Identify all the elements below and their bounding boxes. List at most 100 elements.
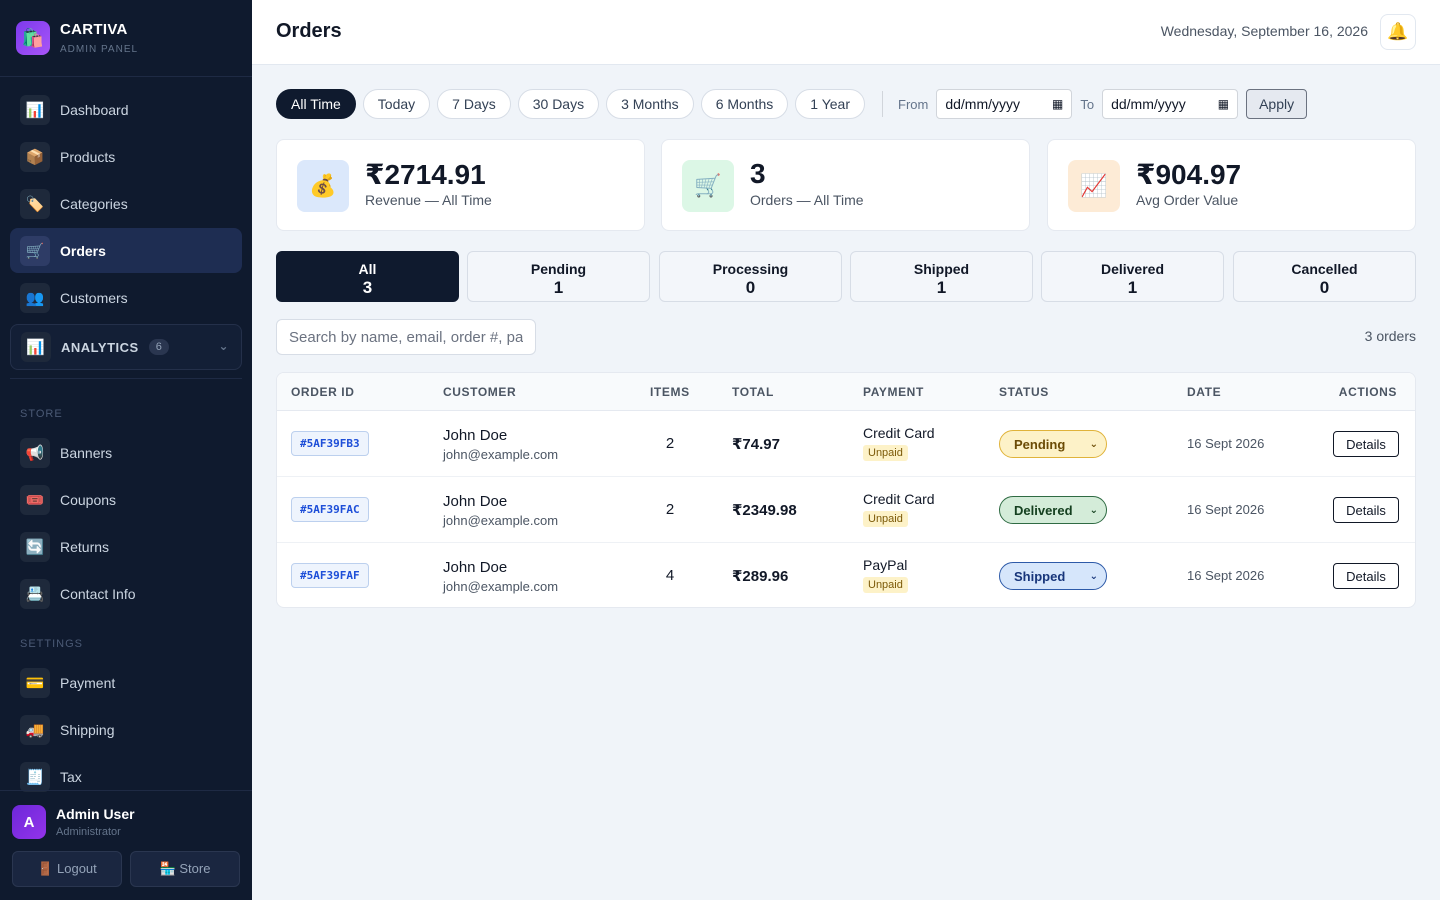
status-tab-cancelled[interactable]: Cancelled 0 bbox=[1233, 251, 1416, 302]
to-label: To bbox=[1080, 96, 1095, 112]
sidebar-item-customers[interactable]: 👥 Customers bbox=[10, 275, 242, 320]
trend-up-icon: 📈 bbox=[1068, 160, 1120, 212]
sidebar-item-orders[interactable]: 🛒 Orders bbox=[10, 228, 242, 273]
date-range-filters: All Time Today 7 Days 30 Days 3 Months 6… bbox=[276, 89, 1308, 119]
payment-status-badge: Unpaid bbox=[863, 511, 908, 527]
section-label-store: STORE bbox=[20, 408, 63, 420]
status-tab-delivered[interactable]: Delivered 1 bbox=[1041, 251, 1224, 302]
sidebar-item-banners[interactable]: 📢 Banners bbox=[10, 430, 242, 475]
sidebar-item-label: Returns bbox=[60, 538, 110, 555]
range-6-months[interactable]: 6 Months bbox=[700, 89, 789, 119]
filter-divider bbox=[882, 91, 883, 117]
logout-button[interactable]: 🚪 Logout bbox=[12, 851, 122, 887]
truck-icon: 🚚 bbox=[20, 714, 50, 745]
to-date-input[interactable]: dd/mm/yyyy ▦ bbox=[1102, 89, 1239, 119]
users-icon: 👥 bbox=[20, 282, 50, 313]
stat-label: Avg Order Value bbox=[1136, 192, 1239, 208]
search-input[interactable] bbox=[276, 319, 536, 355]
contact-card-icon: 📇 bbox=[20, 578, 50, 609]
sidebar-item-label: Categories bbox=[60, 195, 128, 212]
notifications-button[interactable]: 🔔 bbox=[1380, 14, 1416, 50]
details-button[interactable]: Details bbox=[1333, 497, 1399, 523]
money-bag-icon: 💰 bbox=[297, 160, 349, 212]
megaphone-icon: 📢 bbox=[20, 437, 50, 468]
sidebar-item-coupons[interactable]: 🎟️ Coupons bbox=[10, 477, 242, 522]
order-total: ₹289.96 bbox=[732, 568, 789, 585]
stat-card-orders: 🛒 3 Orders — All Time bbox=[661, 139, 1030, 231]
analytics-group-toggle[interactable]: 📊 ANALYTICS 6 ⌄ bbox=[10, 324, 242, 370]
package-icon: 📦 bbox=[20, 141, 50, 172]
items-count: 2 bbox=[665, 501, 675, 518]
details-button[interactable]: Details bbox=[1333, 563, 1399, 589]
sidebar-item-label: Orders bbox=[60, 242, 106, 259]
status-select[interactable]: Delivered ⌄ bbox=[999, 496, 1107, 524]
order-id-link[interactable]: #5AF39FAC bbox=[291, 497, 369, 522]
calendar-icon: ▦ bbox=[1052, 97, 1064, 111]
sidebar-item-payment[interactable]: 💳 Payment bbox=[10, 660, 242, 705]
order-id-link[interactable]: #5AF39FB3 bbox=[291, 431, 369, 456]
payment-status-badge: Unpaid bbox=[863, 445, 908, 461]
items-count: 2 bbox=[665, 435, 675, 452]
store-button[interactable]: 🏪 Store bbox=[130, 851, 240, 887]
status-tab-count: 1 bbox=[1127, 278, 1138, 297]
range-7-days[interactable]: 7 Days bbox=[437, 89, 511, 119]
analytics-label: ANALYTICS bbox=[61, 339, 139, 355]
details-button[interactable]: Details bbox=[1333, 431, 1399, 457]
sidebar-item-label: Customers bbox=[60, 289, 128, 306]
status-select[interactable]: Pending ⌄ bbox=[999, 430, 1107, 458]
bar-chart-icon: 📊 bbox=[21, 332, 51, 362]
status-tab-label: Shipped bbox=[913, 261, 970, 277]
customer-name: John Doe bbox=[443, 493, 508, 510]
receipt-icon: 🧾 bbox=[20, 761, 50, 792]
bar-chart-icon: 📊 bbox=[20, 94, 50, 125]
from-date-input[interactable]: dd/mm/yyyy ▦ bbox=[936, 89, 1073, 119]
bell-icon: 🔔 bbox=[1387, 22, 1409, 41]
sidebar-item-label: Tax bbox=[60, 768, 82, 785]
user-role: Administrator bbox=[56, 826, 121, 838]
sidebar-item-contact-info[interactable]: 📇 Contact Info bbox=[10, 571, 242, 616]
range-3-months[interactable]: 3 Months bbox=[606, 89, 694, 119]
payment-method: Credit Card bbox=[863, 491, 935, 507]
payment-method: PayPal bbox=[863, 557, 908, 573]
sidebar-item-label: Products bbox=[60, 148, 116, 165]
status-tab-pending[interactable]: Pending 1 bbox=[467, 251, 650, 302]
user-name: Admin User bbox=[56, 806, 135, 822]
sidebar-item-label: Banners bbox=[60, 444, 113, 461]
table-header: ORDER ID CUSTOMER ITEMS TOTAL PAYMENT ST… bbox=[277, 373, 1415, 411]
status-tab-shipped[interactable]: Shipped 1 bbox=[850, 251, 1033, 302]
status-tab-processing[interactable]: Processing 0 bbox=[659, 251, 842, 302]
status-tab-all[interactable]: All 3 bbox=[276, 251, 459, 302]
range-today[interactable]: Today bbox=[362, 89, 431, 119]
order-total: ₹74.97 bbox=[732, 436, 780, 453]
range-all-time[interactable]: All Time bbox=[276, 89, 356, 119]
sidebar-item-label: Dashboard bbox=[60, 101, 129, 118]
sidebar-item-label: Shipping bbox=[60, 721, 115, 738]
customer-email: john@example.com bbox=[443, 579, 559, 594]
order-date: 16 Sept 2026 bbox=[1187, 502, 1265, 517]
sidebar-item-label: Contact Info bbox=[60, 585, 136, 602]
avatar: A bbox=[12, 805, 46, 839]
customer-name: John Doe bbox=[443, 559, 508, 576]
sidebar-item-categories[interactable]: 🏷️ Categories bbox=[10, 181, 242, 226]
order-id-link[interactable]: #5AF39FAF bbox=[291, 563, 369, 588]
sidebar-item-dashboard[interactable]: 📊 Dashboard bbox=[10, 87, 242, 132]
range-1-year[interactable]: 1 Year bbox=[795, 89, 865, 119]
status-select[interactable]: Shipped ⌄ bbox=[999, 562, 1107, 590]
refresh-icon: 🔄 bbox=[20, 531, 50, 562]
status-tab-count: 0 bbox=[745, 278, 756, 297]
column-header: ORDER ID bbox=[291, 385, 355, 399]
sidebar-item-returns[interactable]: 🔄 Returns bbox=[10, 524, 242, 569]
from-label: From bbox=[898, 96, 929, 112]
status-tab-count: 1 bbox=[936, 278, 947, 297]
credit-card-icon: 💳 bbox=[20, 667, 50, 698]
sidebar-item-shipping[interactable]: 🚚 Shipping bbox=[10, 707, 242, 752]
range-30-days[interactable]: 30 Days bbox=[517, 89, 600, 119]
status-tab-label: Processing bbox=[712, 261, 789, 277]
sidebar-item-label: Payment bbox=[60, 674, 116, 691]
order-date: 16 Sept 2026 bbox=[1187, 568, 1265, 583]
apply-button[interactable]: Apply bbox=[1246, 89, 1308, 119]
cart-icon: 🛒 bbox=[20, 235, 50, 266]
items-count: 4 bbox=[665, 567, 675, 584]
stat-card-revenue: 💰 ₹2714.91 Revenue — All Time bbox=[276, 139, 645, 231]
sidebar-item-products[interactable]: 📦 Products bbox=[10, 134, 242, 179]
